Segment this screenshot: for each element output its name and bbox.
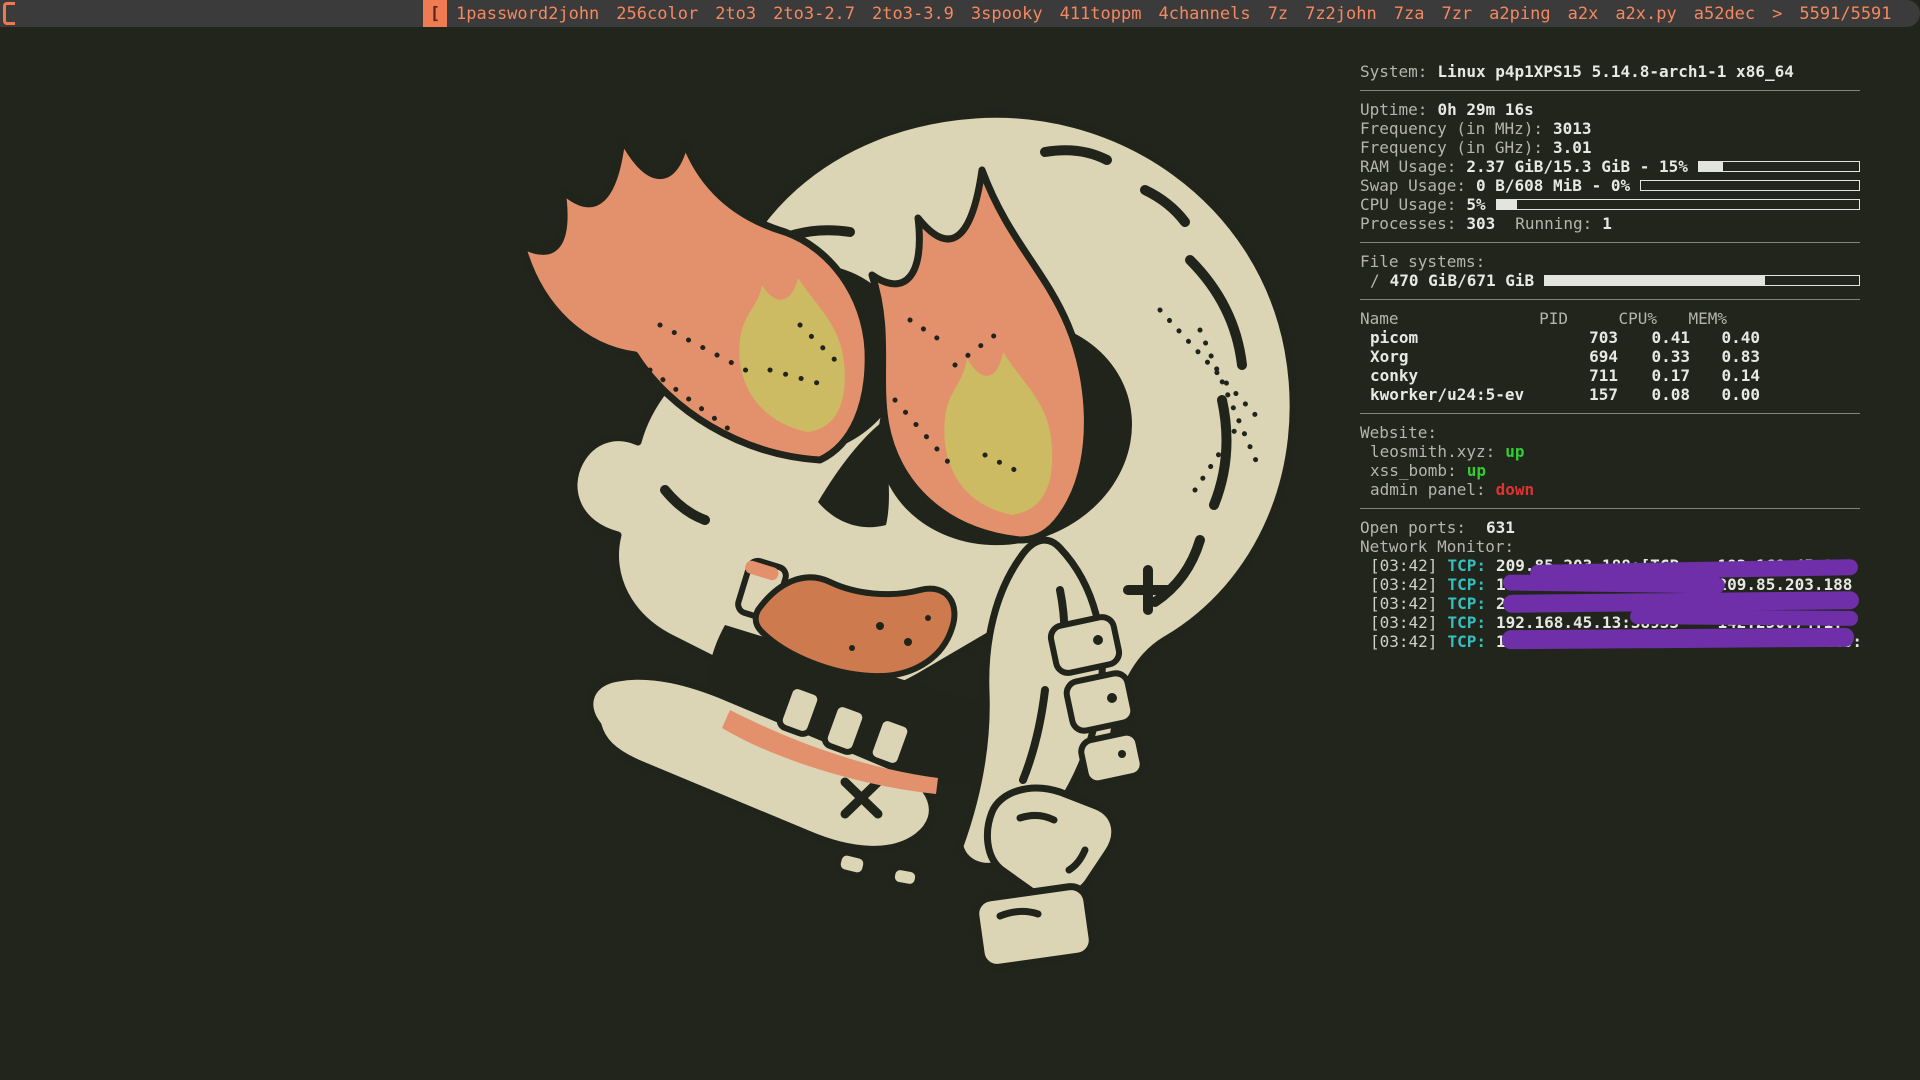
cpu-row: CPU Usage: 5% [1360,195,1860,214]
website-title: Website: [1360,423,1860,442]
completion-item[interactable]: 7z [1268,4,1288,24]
website-row: admin panel: down [1360,480,1860,499]
ram-usage-bar [1698,161,1860,172]
completion-item[interactable]: 7z2john [1305,4,1377,24]
separator [1360,404,1860,423]
text-cursor-icon [3,2,15,25]
completion-bar: [ 1password2john 256color 2to3 2to3-2.7 … [0,0,1920,27]
completion-item[interactable]: a2x [1568,4,1599,24]
separator [1360,290,1860,309]
process-row: picom 703 0.41 0.40 [1360,328,1860,347]
completion-item[interactable]: 1password2john [456,4,599,24]
status-up: up [1505,442,1524,461]
status-down: down [1496,480,1535,499]
neck-bone-lower [974,885,1095,970]
process-table-header: Name PID CPU% MEM% [1360,309,1860,328]
process-row: kworker/u24:5-ev 157 0.08 0.00 [1360,385,1860,404]
processes-row: Processes: 303 Running: 1 [1360,214,1860,233]
process-row: conky 711 0.17 0.14 [1360,366,1860,385]
open-ports-row: Open ports: 631 [1360,518,1860,537]
completion-item[interactable]: 2to3 [715,4,756,24]
website-row: xss_bomb: up [1360,461,1860,480]
separator [1360,81,1860,100]
completion-item[interactable]: 2to3-3.9 [872,4,954,24]
completion-item[interactable]: 256color [616,4,698,24]
ram-row: RAM Usage: 2.37 GiB/15.3 GiB - 15% [1360,157,1860,176]
more-indicator[interactable]: > [1772,4,1782,24]
bracket-badge: [ [423,0,447,27]
cpu-usage-bar [1496,199,1860,210]
completion-items: 1password2john 256color 2to3 2to3-2.7 2t… [456,4,1892,24]
completion-item[interactable]: 2to3-2.7 [773,4,855,24]
separator [1360,499,1860,518]
completion-item[interactable]: a52dec [1694,4,1755,24]
completion-counter: 5591/5591 [1799,4,1891,24]
status-up: up [1467,461,1486,480]
completion-item[interactable]: 3spooky [971,4,1043,24]
separator [1360,233,1860,252]
uptime-row: Uptime: 0h 29m 16s [1360,100,1860,119]
completion-item[interactable]: a2x.py [1615,4,1676,24]
filesystems-title: File systems: [1360,252,1860,271]
command-input[interactable] [0,0,423,27]
freq-ghz-row: Frequency (in GHz): 3.01 [1360,138,1860,157]
jaw-bone-bits [836,851,919,888]
system-row: System: Linux p4p1XPS15 5.14.8-arch1-1 x… [1360,62,1860,81]
neck-bone-upper [987,788,1114,897]
completion-item[interactable]: 7za [1394,4,1425,24]
redaction-scribble [1630,609,1858,626]
redaction-scribble [1503,574,1725,593]
network-monitor-title: Network Monitor: [1360,537,1860,556]
freq-mhz-row: Frequency (in MHz): 3013 [1360,119,1860,138]
redaction-scribble [1502,628,1854,649]
system-monitor-panel: System: Linux p4p1XPS15 5.14.8-arch1-1 x… [1360,62,1860,651]
completion-item[interactable]: 411toppm [1060,4,1142,24]
completion-item[interactable]: 7zr [1441,4,1472,24]
website-row: leosmith.xyz: up [1360,442,1860,461]
swap-row: Swap Usage: 0 B/608 MiB - 0% [1360,176,1860,195]
filesystem-root-row: / 470 GiB/671 GiB [1360,271,1860,290]
swap-usage-bar [1640,180,1860,191]
completion-item[interactable]: a2ping [1489,4,1550,24]
filesystem-usage-bar [1544,275,1860,286]
process-row: Xorg 694 0.33 0.83 [1360,347,1860,366]
skull-wallpaper [500,70,1320,980]
completion-item[interactable]: 4channels [1158,4,1250,24]
